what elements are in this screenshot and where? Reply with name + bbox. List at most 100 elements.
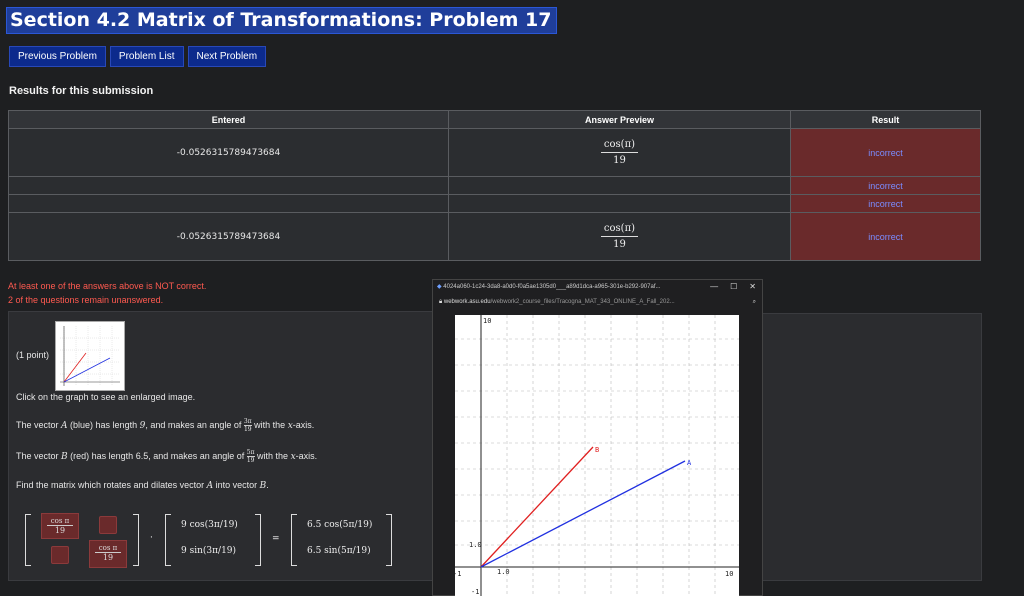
vector-a-statement: The vector A (blue) has length 9, and ma…: [16, 418, 314, 433]
text-span: Find the matrix which rotates and dilate…: [16, 480, 207, 490]
window-controls: — ☐ ✕: [698, 280, 756, 294]
problem-body: (1 point) Click on the graph to see an e…: [8, 311, 443, 581]
text-span: with the: [251, 419, 288, 430]
close-icon[interactable]: ✕: [749, 282, 756, 291]
matrix-right-bracket: [133, 514, 139, 566]
graph-label-top: 10: [483, 317, 491, 325]
problem-panel-right: [762, 313, 982, 581]
text-span: .: [266, 480, 269, 490]
col-answer-preview: Answer Preview: [448, 110, 791, 129]
previous-problem-button[interactable]: Previous Problem: [9, 46, 106, 67]
graph-label-right: 10: [725, 570, 733, 578]
angle-a-den: 19: [243, 426, 252, 433]
point-value: (1 point): [16, 350, 50, 360]
vector-a-top: 9 cos(3π/19): [181, 520, 238, 530]
preview-cell: cos(π) 19: [448, 212, 791, 261]
result-cell: incorrect: [790, 128, 981, 177]
results-header-row: Entered Answer Preview Result: [8, 110, 981, 129]
preview-denominator: 19: [613, 155, 626, 166]
angle-b-fraction: 5π 19: [246, 449, 255, 464]
vector-b-bottom: 6.5 sin(5π/19): [307, 546, 371, 556]
col-entered: Entered: [8, 110, 449, 129]
col-result: Result: [790, 110, 981, 129]
find-statement: Find the matrix which rotates and dilate…: [16, 480, 269, 491]
preview-cell: [448, 194, 791, 213]
vector-b-top: 6.5 cos(5π/19): [307, 520, 373, 530]
problem-nav: Previous Problem Problem List Next Probl…: [9, 46, 267, 67]
entered-cell: -0.0526315789473684: [8, 212, 449, 261]
graph-label-neg1x: -1: [455, 570, 461, 578]
table-row: incorrect: [8, 176, 981, 195]
minimize-icon[interactable]: —: [710, 282, 718, 291]
problem-list-button[interactable]: Problem List: [109, 46, 184, 67]
vector-a-right-bracket: [255, 514, 261, 566]
var-b: B: [61, 451, 68, 462]
a11-num: cos π: [47, 514, 73, 526]
vector-b-line: [480, 446, 594, 568]
equals-sign: =: [272, 534, 280, 544]
text-span: (red) has length 6.5, and makes an angle…: [67, 450, 247, 461]
popup-address-bar[interactable]: 🔒︎ webwork.asu.edu/webwork2_course_files…: [433, 294, 762, 310]
text-span: -axis.: [292, 419, 315, 430]
angle-b-num: 5π: [246, 449, 255, 457]
next-problem-button[interactable]: Next Problem: [187, 46, 267, 67]
status-messages: At least one of the answers above is NOT…: [8, 279, 206, 307]
graph-label-1y: 1.0: [469, 541, 482, 549]
preview-cell: [448, 176, 791, 195]
vector-b-left-bracket: [291, 514, 297, 566]
text-span: (blue) has length: [67, 419, 140, 430]
angle-b-den: 19: [246, 457, 255, 464]
a22-num: cos π: [95, 541, 121, 553]
matrix-a12-input[interactable]: [99, 516, 117, 534]
table-row: -0.0526315789473684 cos(π) 19 incorrect: [8, 212, 981, 261]
page-root: Section 4.2 Matrix of Transformations: P…: [0, 0, 1024, 596]
zoom-icon[interactable]: ⌕: [753, 294, 756, 310]
vector-a-left-bracket: [165, 514, 171, 566]
maximize-icon[interactable]: ☐: [730, 282, 737, 291]
angle-a-fraction: 3π 19: [243, 418, 252, 433]
graph-thumbnail-svg: [60, 326, 120, 386]
text-span: The vector: [16, 450, 62, 461]
matrix-left-bracket: [25, 514, 31, 566]
vector-b-statement: The vector B (red) has length 6.5, and m…: [16, 449, 317, 464]
text-span: into vector: [213, 480, 260, 490]
enlarged-graph-svg: 10 1.0 1.0 -1 -1 10 B A: [453, 315, 739, 596]
not-correct-message: At least one of the answers above is NOT…: [8, 281, 207, 291]
matrix-a11-input[interactable]: cos π 19: [41, 513, 79, 539]
graph-thumbnail[interactable]: [55, 321, 125, 391]
page-title: Section 4.2 Matrix of Transformations: P…: [6, 7, 557, 34]
lock-icon: 🔒︎: [439, 299, 443, 305]
results-heading: Results for this submission: [9, 85, 154, 97]
table-row: -0.0526315789473684 cos(π) 19 incorrect: [8, 128, 981, 177]
vector-a-line: [480, 460, 686, 568]
graph-label-b: B: [595, 446, 599, 454]
preview-numerator: cos(π): [600, 223, 639, 237]
enlarged-graph: 10 1.0 1.0 -1 -1 10 B A: [453, 315, 739, 596]
dot-operator: ·: [150, 533, 153, 543]
a22-den: 19: [102, 553, 114, 562]
result-cell: incorrect: [790, 176, 981, 195]
result-cell: incorrect: [790, 194, 981, 213]
preview-denominator: 19: [613, 239, 626, 250]
angle-a-num: 3π: [243, 418, 252, 426]
preview-fraction: cos(π) 19: [600, 223, 639, 250]
text-span: , and makes an angle of: [145, 419, 244, 430]
text-span: The vector: [16, 419, 62, 430]
vector-b-right-bracket: [386, 514, 392, 566]
graph-label-a: A: [687, 459, 692, 467]
table-row: incorrect: [8, 194, 981, 213]
text-span: with the: [254, 450, 291, 461]
graph-label-neg1y: -1: [471, 588, 479, 596]
text-span: -axis.: [295, 450, 318, 461]
click-hint: Click on the graph to see an enlarged im…: [16, 392, 196, 402]
matrix-a22-input[interactable]: cos π 19: [89, 540, 127, 568]
preview-cell: cos(π) 19: [448, 128, 791, 177]
result-cell: incorrect: [790, 212, 981, 261]
entered-cell: -0.0526315789473684: [8, 128, 449, 177]
results-table: Entered Answer Preview Result -0.0526315…: [8, 110, 981, 261]
entered-cell: [8, 176, 449, 195]
enlarged-graph-window: ◆ 4024a060-1c24-3da8-a0d0-f0a5ae1305d0__…: [432, 279, 763, 596]
preview-numerator: cos(π): [600, 139, 639, 153]
popup-tab-title: 4024a060-1c24-3da8-a0d0-f0a5ae1305d0___a…: [443, 284, 661, 290]
matrix-a21-input[interactable]: [51, 546, 69, 564]
